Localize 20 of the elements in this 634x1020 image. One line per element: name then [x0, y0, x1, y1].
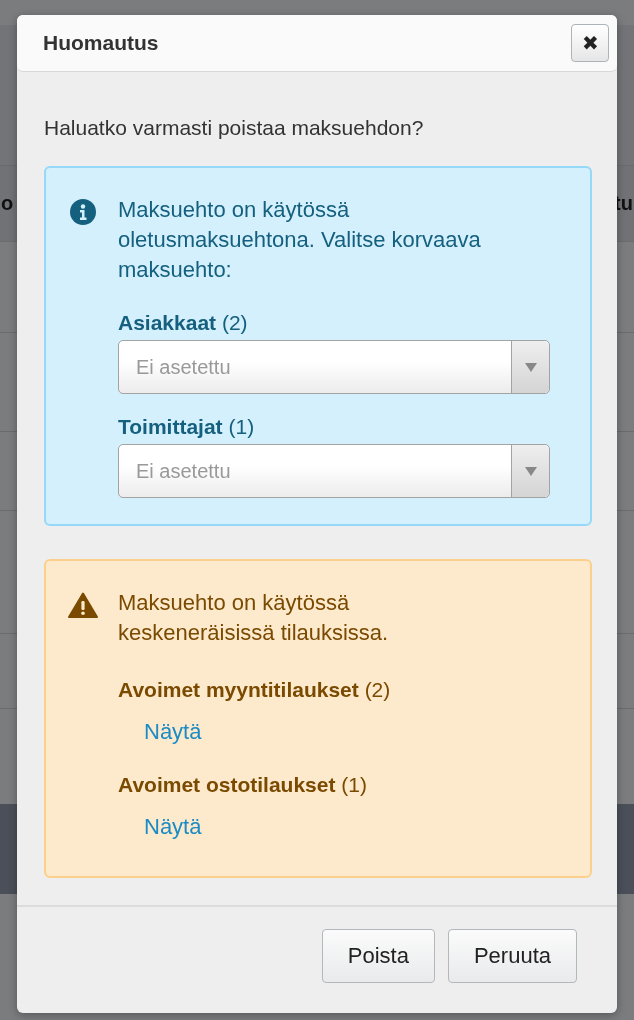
dialog-title: Huomautus — [43, 31, 159, 55]
question-text: Haluatko varmasti poistaa maksuehdon? — [44, 116, 425, 140]
show-link[interactable]: Näytä — [144, 812, 202, 842]
warning-icon — [68, 592, 98, 618]
section-label: Avoimet ostotilaukset (1) — [118, 772, 368, 798]
dialog-button[interactable]: Peruuta — [447, 929, 577, 983]
alert-message: Maksuehto on käytössä keskeneräisissä tilauksissa. — [118, 589, 390, 647]
info-icon — [70, 199, 96, 225]
section-label: Toimittajat (1) — [118, 414, 256, 440]
section-label: Asiakkaat (2) — [118, 310, 249, 336]
column-header: o — [1, 192, 14, 215]
close-button[interactable]: ✖ — [571, 24, 609, 62]
select-field[interactable]: Ei asetettu — [118, 340, 550, 394]
show-link[interactable]: Näytä — [144, 717, 202, 747]
caret-icon — [524, 466, 537, 476]
alert-message: Maksuehto on käytössä oletusmaksuehtona. Valitse korvaava maksuehto: — [118, 196, 482, 284]
select-field[interactable]: Ei asetettu — [118, 444, 550, 498]
dialog-button[interactable]: Poista — [321, 929, 435, 983]
caret-icon — [524, 362, 537, 372]
section-label: Avoimet myyntitilaukset (2) — [118, 677, 392, 703]
